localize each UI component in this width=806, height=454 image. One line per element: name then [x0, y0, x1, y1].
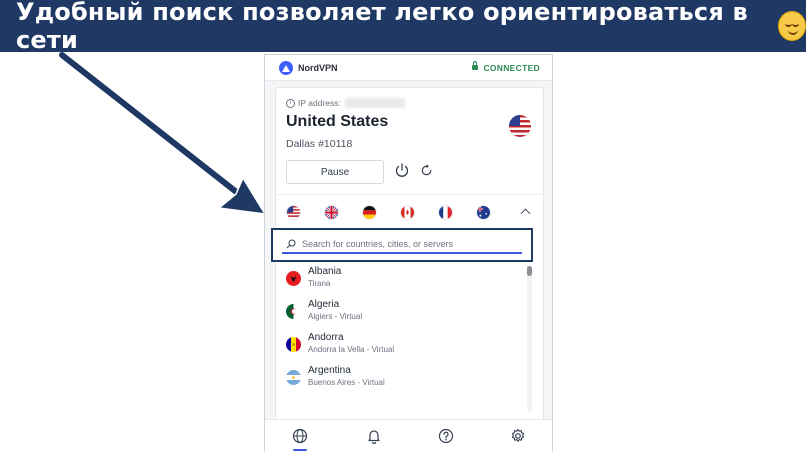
- germany-flag-icon[interactable]: [362, 205, 377, 220]
- search-field[interactable]: [282, 236, 522, 254]
- australia-flag-icon[interactable]: [476, 205, 491, 220]
- caption-banner: Удобный поиск позволяет легко ориентиров…: [0, 0, 806, 54]
- list-scrollbar[interactable]: [527, 266, 532, 412]
- us-flag-icon: [509, 115, 531, 137]
- search-icon: [286, 239, 296, 249]
- country-city: Tirana: [308, 279, 331, 288]
- us-flag-icon[interactable]: [286, 205, 301, 220]
- disconnect-power-icon[interactable]: [394, 162, 410, 178]
- ip-address-redacted: [344, 98, 405, 108]
- bottom-navigation: [265, 419, 552, 452]
- vpn-app-window: NordVPN CONNECTED i IP address: United S…: [264, 54, 553, 452]
- active-tab-indicator: [293, 449, 307, 451]
- country-name: Andorra: [308, 332, 344, 343]
- country-city: Algiers - Virtual: [308, 312, 363, 321]
- relieved-face-emoji-icon: [777, 11, 806, 41]
- scrollbar-thumb[interactable]: [527, 266, 532, 276]
- status-text: CONNECTED: [483, 62, 540, 73]
- algeria-flag-icon: [286, 304, 301, 319]
- brand-name: NordVPN: [298, 62, 338, 73]
- brand: NordVPN: [279, 60, 338, 75]
- globe-icon[interactable]: [292, 428, 308, 444]
- list-item-argentina[interactable]: Argentina Buenos Aires - Virtual: [286, 365, 516, 395]
- bell-icon[interactable]: [366, 428, 382, 444]
- app-topbar: NordVPN CONNECTED: [265, 55, 552, 81]
- pause-button[interactable]: Pause: [286, 160, 384, 184]
- search-highlight-box: [271, 228, 533, 262]
- ip-address-row: i IP address:: [286, 98, 405, 108]
- country-name: Algeria: [308, 299, 340, 310]
- collapse-chevron-up-icon[interactable]: [520, 208, 531, 219]
- country-name: Argentina: [308, 365, 351, 376]
- country-name: Albania: [308, 266, 342, 277]
- nordvpn-logo-icon: [279, 60, 293, 75]
- country-city: Buenos Aires - Virtual: [308, 378, 385, 387]
- reconnect-refresh-icon[interactable]: [419, 163, 434, 178]
- connection-status: CONNECTED: [472, 61, 540, 73]
- country-city: Andorra la Vella - Virtual: [308, 345, 395, 354]
- lock-icon: [472, 61, 479, 70]
- search-input[interactable]: [302, 239, 512, 249]
- list-item-algeria[interactable]: Algeria Algiers - Virtual: [286, 299, 516, 329]
- andorra-flag-icon: [286, 337, 301, 352]
- info-icon: i: [286, 98, 295, 108]
- canada-flag-icon[interactable]: [400, 205, 415, 220]
- list-item-albania[interactable]: Albania Tirana: [286, 266, 516, 296]
- france-flag-icon[interactable]: [438, 205, 453, 220]
- caption-text: Удобный поиск позволяет легко ориентиров…: [16, 0, 748, 54]
- divider: [276, 194, 543, 195]
- connection-card: i IP address: United States Dallas #1011…: [271, 87, 544, 445]
- list-item-andorra[interactable]: Andorra Andorra la Vella - Virtual: [286, 332, 516, 362]
- gear-icon[interactable]: [510, 428, 526, 444]
- uk-flag-icon[interactable]: [324, 205, 339, 220]
- albania-flag-icon: [286, 271, 301, 286]
- connected-country: United States: [286, 113, 389, 130]
- help-icon[interactable]: [438, 428, 454, 444]
- connected-server: Dallas #10118: [286, 138, 353, 150]
- quick-connect-flags: [286, 205, 536, 221]
- ip-label: IP address:: [298, 98, 341, 108]
- argentina-flag-icon: [286, 370, 301, 385]
- country-list: Albania Tirana Algeria Algiers - Virtual…: [276, 266, 543, 416]
- pause-label: Pause: [320, 166, 350, 178]
